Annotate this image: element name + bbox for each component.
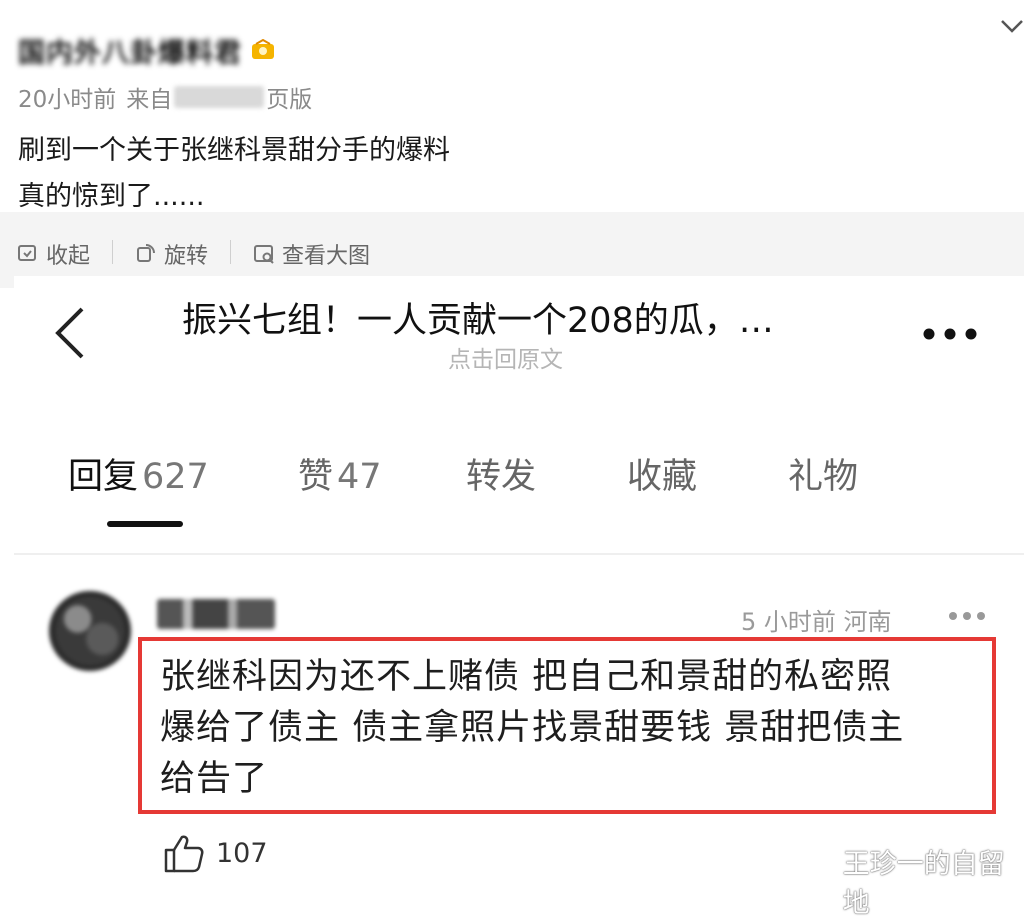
vip-badge-icon	[252, 39, 274, 59]
more-icon[interactable]	[922, 327, 978, 341]
active-tab-indicator	[107, 521, 183, 527]
tab-label: 回复	[68, 457, 139, 497]
tab-reposts[interactable]: 转发	[466, 448, 536, 499]
weibo-logo-icon	[808, 870, 837, 893]
tab-label: 赞	[298, 457, 334, 497]
view-large-button[interactable]: 查看大图	[252, 238, 370, 270]
author-name[interactable]: 国内外八卦爆料君	[18, 31, 242, 70]
commenter-name[interactable]	[157, 599, 275, 629]
avatar[interactable]	[49, 591, 131, 671]
tab-count: 47	[337, 457, 382, 497]
divider	[14, 553, 1024, 555]
like-count: 107	[216, 838, 268, 869]
tab-gifts[interactable]: 礼物	[788, 448, 858, 499]
rotate-button[interactable]: 旋转	[134, 238, 208, 270]
back-arrow-icon[interactable]	[52, 305, 88, 361]
tab-label: 收藏	[627, 457, 698, 497]
post-source-redacted	[174, 86, 265, 108]
collapse-button[interactable]: 收起	[16, 238, 90, 270]
thumbs-up-icon[interactable]	[163, 833, 205, 873]
post-meta: 20小时前 来自 页版	[18, 80, 312, 114]
tab-count: 627	[142, 457, 209, 497]
comment-line: 爆给了债主 债主拿照片找景甜要钱 景甜把债主	[160, 708, 905, 748]
collapse-icon	[18, 245, 36, 261]
comment-meta: 5 小时前 河南	[741, 608, 892, 636]
divider	[230, 240, 231, 264]
rotate-icon	[137, 244, 155, 262]
comment-more-icon[interactable]	[948, 611, 986, 621]
post-body: 刷到一个关于张继科景甜分手的爆料 真的惊到了......	[18, 128, 450, 220]
tab-likes[interactable]: 赞 47	[298, 448, 382, 499]
view-large-label: 查看大图	[282, 244, 371, 269]
image-icon	[254, 245, 274, 264]
tab-favorites[interactable]: 收藏	[627, 448, 697, 499]
tab-replies[interactable]: 回复 627	[68, 448, 209, 499]
post-text-line: 刷到一个关于张继科景甜分手的爆料	[18, 135, 450, 166]
collapse-label: 收起	[46, 244, 91, 269]
divider	[112, 240, 113, 264]
post-author-row[interactable]: 国内外八卦爆料君	[18, 30, 276, 70]
watermark-text: 王珍一的自留地	[842, 849, 1005, 919]
tab-label: 转发	[466, 457, 537, 497]
thread-title: 振兴七组！一人贡献一个208的瓜，…	[182, 301, 774, 341]
tab-label: 礼物	[788, 457, 859, 497]
post-time: 20小时前	[18, 87, 117, 113]
post-source-suffix: 页版	[266, 87, 313, 113]
comment-line: 张继科因为还不上赌债 把自己和景甜的私密照	[160, 657, 893, 697]
post-source-prefix: 来自	[126, 87, 173, 113]
back-to-original-link[interactable]: 点击回原文	[448, 340, 563, 374]
comment-line: 给告了	[160, 759, 269, 799]
chevron-down-icon[interactable]	[998, 12, 1024, 40]
rotate-label: 旋转	[164, 244, 209, 269]
watermark: 王珍一的自留地	[808, 842, 1024, 920]
comment-body: 张继科因为还不上赌债 把自己和景甜的私密照 爆给了债主 债主拿照片找景甜要钱 景…	[160, 652, 980, 805]
